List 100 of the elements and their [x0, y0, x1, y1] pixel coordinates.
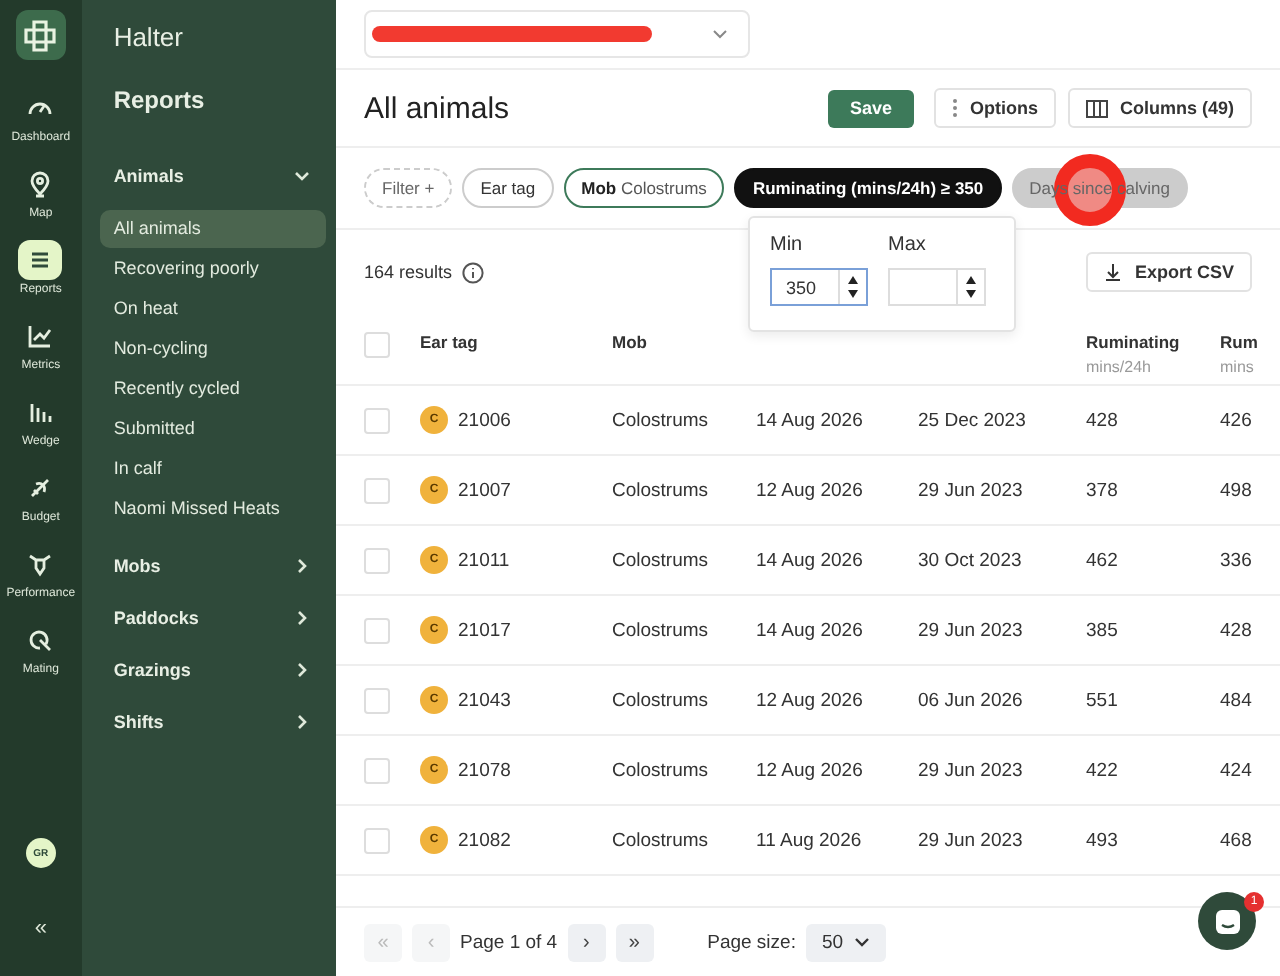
column-header[interactable]: Ear tag [420, 332, 478, 352]
export-button[interactable]: Export CSV [1086, 252, 1252, 292]
filter-chip[interactable]: Mob Colostrums [563, 168, 725, 208]
table-cell: 468 [1220, 829, 1252, 851]
info-icon[interactable] [462, 261, 485, 283]
table-cell: 422 [1086, 759, 1118, 781]
line-chart-icon [26, 322, 55, 350]
table-cell: 424 [1220, 759, 1252, 781]
page-title: All animals [364, 91, 512, 125]
next-page-button[interactable]: › [567, 923, 606, 961]
sidebar-item[interactable]: Non-cycling [99, 330, 326, 368]
more-icon [951, 98, 958, 118]
table-cell: 21043 [458, 689, 511, 711]
magnifier-icon [26, 626, 55, 654]
table-cell: 14 Aug 2026 [756, 549, 863, 571]
min-input[interactable]: 350 [770, 268, 868, 306]
checkbox[interactable] [364, 617, 390, 643]
map-pin-icon [26, 170, 55, 198]
checkbox[interactable] [364, 757, 390, 783]
chevron-down-icon [853, 934, 870, 950]
nav-button[interactable] [18, 240, 63, 280]
sidebar-item[interactable]: All animals [99, 210, 326, 248]
sidebar-item[interactable]: Submitted [99, 410, 326, 448]
download-icon [1104, 262, 1123, 282]
table-cell: 21017 [458, 619, 511, 641]
options-button[interactable]: Options [933, 88, 1056, 128]
table-cell: Colostrums [612, 689, 709, 711]
sidebar-item[interactable]: Naomi Missed Heats [99, 490, 326, 528]
chevron-down-icon [712, 26, 728, 42]
checkbox[interactable] [364, 547, 390, 573]
table-cell: 498 [1220, 479, 1252, 501]
table-cell: 426 [1220, 409, 1252, 431]
filter-chip[interactable]: Ear tag [462, 168, 554, 208]
checkbox[interactable] [364, 332, 390, 358]
table-cell: Colostrums [612, 479, 709, 501]
sidebar-item[interactable]: On heat [99, 290, 326, 328]
table-cell: 462 [1086, 549, 1118, 571]
logo-icon[interactable] [15, 10, 66, 60]
brand-logo: Halter [113, 22, 185, 52]
table-cell: 06 Jun 2026 [918, 689, 1023, 711]
table-cell: Colostrums [612, 409, 709, 431]
table-cell: 336 [1220, 549, 1252, 571]
column-unit: mins [1220, 358, 1254, 376]
table-cell: Colostrums [612, 549, 709, 571]
table-cell: 484 [1220, 689, 1252, 711]
checkbox[interactable] [364, 407, 390, 433]
table-cell: Colostrums [612, 829, 709, 851]
table-cell: 12 Aug 2026 [756, 759, 863, 781]
table-cell: Colostrums [612, 619, 709, 641]
columns-button[interactable]: Columns (49) [1067, 88, 1252, 128]
table-cell: 29 Jun 2023 [918, 829, 1023, 851]
table-cell: 29 Jun 2023 [918, 479, 1023, 501]
sidebar-item[interactable]: In calf [99, 450, 326, 488]
table-cell: 12 Aug 2026 [756, 479, 863, 501]
table-cell: 11 Aug 2026 [756, 829, 862, 851]
table-cell: 12 Aug 2026 [756, 689, 863, 711]
table-cell: 25 Dec 2023 [918, 409, 1026, 431]
columns-icon [1085, 99, 1108, 117]
filter-chip[interactable]: Ruminating (mins/24h) ≥ 350 [734, 168, 1002, 208]
max-input[interactable] [888, 268, 986, 306]
table-cell: 21078 [458, 759, 511, 781]
checkbox[interactable] [364, 477, 390, 503]
section-header[interactable]: Paddocks [99, 604, 326, 632]
sidebar-title: Reports [113, 86, 207, 114]
table-cell: 428 [1220, 619, 1252, 641]
table-cell: 21006 [458, 409, 511, 431]
farm-selector[interactable] [364, 10, 750, 58]
filter-chip[interactable]: Filter + [364, 168, 453, 208]
checkbox[interactable] [364, 687, 390, 713]
section-header[interactable]: Mobs [99, 552, 326, 580]
page-size-select[interactable]: 50 [805, 923, 886, 961]
section-header[interactable]: Shifts [99, 708, 326, 736]
table-cell: 551 [1086, 689, 1118, 711]
page-indicator: Page 1 of 4 [460, 931, 558, 953]
column-header[interactable]: Rum [1220, 332, 1258, 352]
table-cell: 29 Jun 2023 [918, 619, 1023, 641]
column-header[interactable]: Ruminating [1086, 332, 1180, 352]
column-header[interactable]: Mob [612, 332, 647, 352]
collapse-button[interactable]: « [34, 916, 47, 940]
table-cell: 21082 [458, 829, 511, 851]
sidebar-item[interactable]: Recently cycled [99, 370, 326, 408]
table-cell: 493 [1086, 829, 1118, 851]
column-unit: mins/24h [1086, 358, 1151, 376]
section-header[interactable]: Grazings [99, 656, 326, 684]
table-cell: 385 [1086, 619, 1118, 641]
table-cell: Colostrums [612, 759, 709, 781]
cow-head-icon [26, 550, 55, 578]
table-cell: 14 Aug 2026 [756, 619, 863, 641]
max-label: Max [888, 234, 928, 256]
table-cell: 29 Jun 2023 [918, 759, 1023, 781]
last-page-button[interactable]: » [615, 923, 654, 961]
section-header[interactable]: Animals [99, 162, 326, 190]
table-cell: 428 [1086, 409, 1118, 431]
sidebar-item[interactable]: Recovering poorly [99, 250, 326, 288]
leaf-icon [26, 474, 55, 502]
table-cell: 21007 [458, 479, 511, 501]
table-cell: 378 [1086, 479, 1118, 501]
save-button[interactable]: Save [827, 89, 914, 127]
page-size-label: Page size: [707, 931, 796, 953]
checkbox[interactable] [364, 827, 390, 853]
